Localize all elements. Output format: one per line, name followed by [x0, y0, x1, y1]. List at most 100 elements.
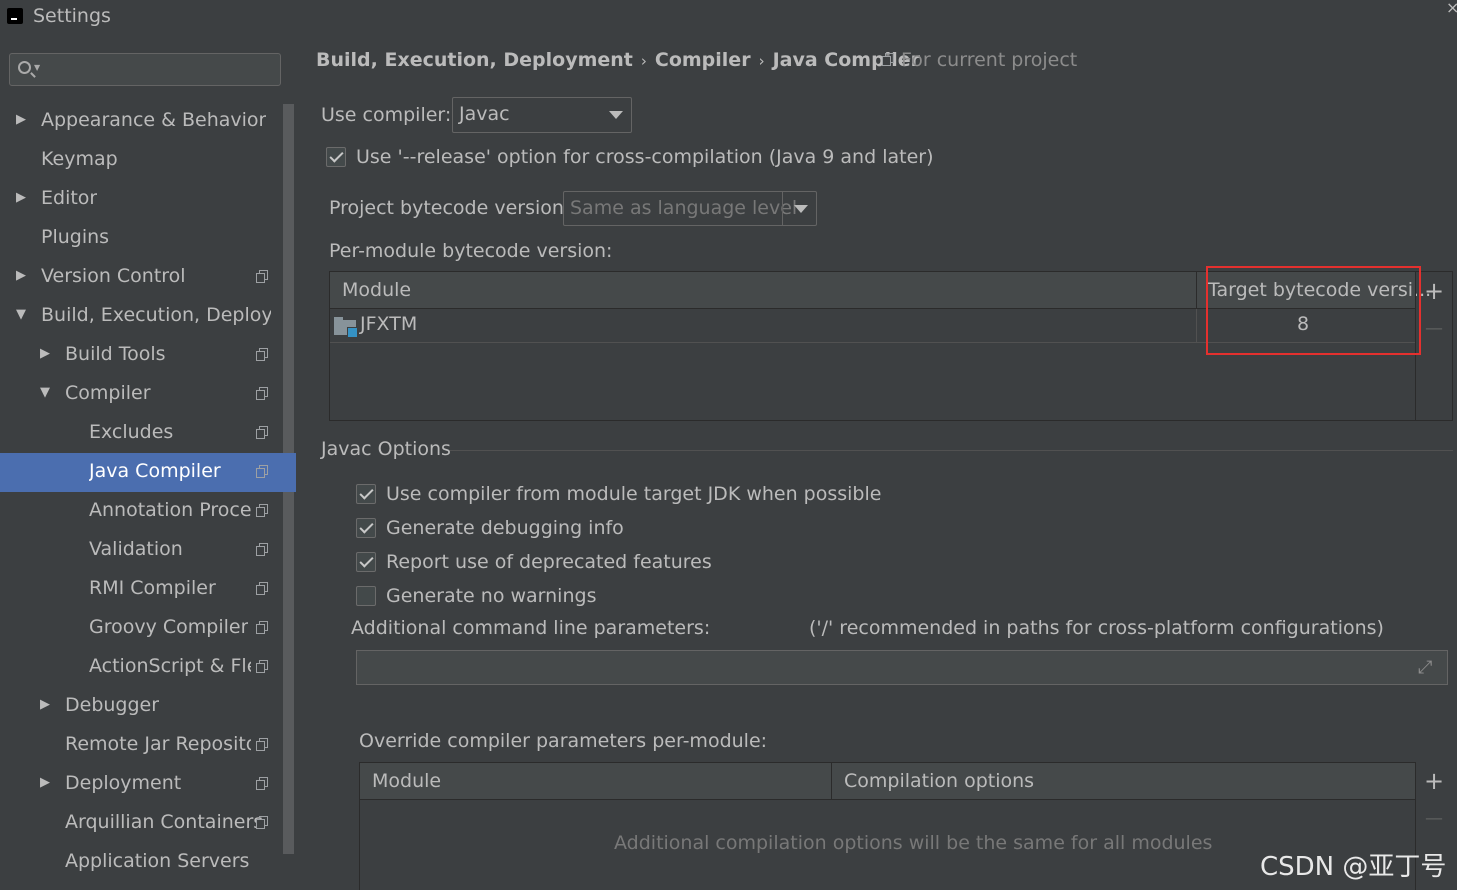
search-input[interactable] [9, 53, 281, 86]
collapse-arrow-icon[interactable]: ▼ [40, 385, 50, 400]
column-header-module[interactable]: Module [342, 279, 411, 301]
sidebar-item-label: Plugins [41, 226, 110, 248]
highlight-annotation-box [1206, 266, 1421, 355]
breadcrumb-separator: › [758, 52, 765, 70]
project-settings-icon [256, 777, 269, 791]
sidebar-item-groovy-compiler[interactable]: Groovy Compiler [0, 609, 283, 648]
project-settings-icon [256, 660, 269, 674]
sidebar-item-actionscript-flex[interactable]: ActionScript & Flex [0, 648, 283, 687]
add-module-button[interactable]: + [1424, 277, 1444, 305]
deprecated-features-checkbox[interactable] [356, 552, 376, 572]
remove-module-button[interactable]: — [1424, 318, 1444, 339]
empty-table-text: Additional compilation options will be t… [614, 832, 1213, 854]
javac-options-title: Javac Options [321, 438, 451, 460]
project-bytecode-label: Project bytecode version: [329, 197, 571, 219]
expand-arrow-icon[interactable]: ▶ [16, 190, 26, 205]
breadcrumb-item: Build, Execution, Deployment [316, 49, 633, 71]
sidebar-item-label: Excludes [89, 421, 174, 443]
release-option-checkbox[interactable] [326, 147, 346, 167]
sidebar-item-excludes[interactable]: Excludes [0, 414, 283, 453]
sidebar-item-label: Validation [89, 538, 183, 560]
sidebar-item-application-servers[interactable]: Application Servers [0, 843, 283, 882]
sidebar-item-arquillian-containers[interactable]: Arquillian Containers [0, 804, 283, 843]
project-bytecode-value: Same as language level [570, 197, 798, 219]
additional-params-hint: ('/' recommended in paths for cross-plat… [809, 617, 1384, 639]
search-options-chevron-icon[interactable]: ▼ [34, 63, 40, 72]
project-settings-icon [256, 621, 269, 635]
add-override-button[interactable]: + [1424, 767, 1444, 795]
module-name-cell: JFXTM [360, 313, 418, 335]
title-bar [0, 0, 1457, 36]
project-settings-icon [256, 816, 269, 830]
sidebar-item-rmi-compiler[interactable]: RMI Compiler [0, 570, 283, 609]
sidebar-item-label: Application Servers [65, 850, 250, 872]
project-settings-icon [256, 582, 269, 596]
project-settings-icon [256, 426, 269, 440]
sidebar-item-plugins[interactable]: Plugins [0, 219, 283, 258]
sidebar-item-java-compiler[interactable]: Java Compiler [0, 453, 296, 492]
sidebar-item-validation[interactable]: Validation [0, 531, 283, 570]
sidebar-item-remote-jar-repositories[interactable]: Remote Jar Repositori [0, 726, 283, 765]
expand-arrow-icon[interactable]: ▶ [40, 346, 50, 361]
sidebar-item-label: Remote Jar Repositori [65, 733, 251, 755]
sidebar-item-appearance-behavior[interactable]: ▶ Appearance & Behavior [0, 102, 283, 141]
sidebar-item-label: Build Tools [65, 343, 166, 365]
sidebar-item-compiler[interactable]: ▼ Compiler [0, 375, 283, 414]
sidebar-item-label: ActionScript & Flex [89, 655, 251, 677]
project-bytecode-select[interactable]: Same as language level [563, 191, 817, 226]
sidebar-item-version-control[interactable]: ▶ Version Control [0, 258, 283, 297]
table-header: Module Compilation options [360, 763, 1415, 800]
expand-arrow-icon[interactable]: ▶ [40, 697, 50, 712]
deprecated-features-label: Report use of deprecated features [386, 551, 712, 573]
breadcrumb-separator: › [640, 52, 647, 70]
use-compiler-label: Use compiler: [321, 104, 452, 126]
sidebar-item-build-execution-deployment[interactable]: ▼ Build, Execution, Deploym [0, 297, 283, 336]
sidebar-item-label: Deployment [65, 772, 182, 794]
column-header-compilation-options[interactable]: Compilation options [844, 770, 1034, 792]
sidebar-item-deployment[interactable]: ▶ Deployment [0, 765, 283, 804]
sidebar-item-editor[interactable]: ▶ Editor [0, 180, 283, 219]
sidebar-item-label: Appearance & Behavior [41, 109, 267, 131]
close-icon[interactable]: × [1446, 0, 1457, 17]
sidebar-item-debugger[interactable]: ▶ Debugger [0, 687, 283, 726]
collapse-arrow-icon[interactable]: ▼ [16, 307, 26, 322]
sidebar-item-build-tools[interactable]: ▶ Build Tools [0, 336, 283, 375]
scope-label: For current project [901, 49, 1078, 71]
sidebar-item-label: Compiler [65, 382, 151, 404]
sidebar-item-label: RMI Compiler [89, 577, 216, 599]
expand-icon[interactable]: ⤢ [1418, 657, 1432, 678]
project-settings-icon [256, 465, 269, 479]
expand-arrow-icon[interactable]: ▶ [40, 775, 50, 790]
expand-arrow-icon[interactable]: ▶ [16, 112, 26, 127]
no-warnings-checkbox[interactable] [356, 586, 376, 606]
watermark-text: CSDN @亚丁号 [1260, 852, 1447, 882]
project-settings-icon [256, 270, 269, 284]
breadcrumb-item: Compiler [654, 49, 751, 71]
per-module-bytecode-label: Per-module bytecode version: [329, 240, 613, 262]
sidebar-item-label: Build, Execution, Deploym [41, 304, 271, 326]
debugging-info-checkbox[interactable] [356, 518, 376, 538]
additional-params-input[interactable] [356, 650, 1448, 685]
sidebar-item-annotation-processors[interactable]: Annotation Processo [0, 492, 283, 531]
sidebar-item-label: Version Control [41, 265, 186, 287]
sidebar-item-label: Keymap [41, 148, 118, 170]
breadcrumb-item: Java Compiler [772, 49, 920, 71]
sidebar-item-label: Debugger [65, 694, 160, 716]
use-module-jdk-label: Use compiler from module target JDK when… [386, 483, 882, 505]
column-header-module[interactable]: Module [372, 770, 441, 792]
override-params-table: Module Compilation options Additional co… [359, 762, 1416, 890]
remove-override-button[interactable]: — [1424, 808, 1444, 829]
project-settings-icon [256, 543, 269, 557]
use-compiler-value: Javac [459, 103, 510, 125]
column-divider [1196, 309, 1197, 342]
search-icon[interactable] [18, 61, 31, 74]
project-settings-icon [256, 348, 269, 362]
project-settings-icon [256, 738, 269, 752]
sidebar-item-label: Arquillian Containers [65, 811, 264, 833]
use-compiler-select[interactable]: Javac [452, 97, 632, 133]
sidebar-item-label: Java Compiler [89, 460, 221, 482]
use-module-jdk-checkbox[interactable] [356, 484, 376, 504]
combo-divider [782, 192, 783, 225]
expand-arrow-icon[interactable]: ▶ [16, 268, 26, 283]
sidebar-item-keymap[interactable]: Keymap [0, 141, 283, 180]
